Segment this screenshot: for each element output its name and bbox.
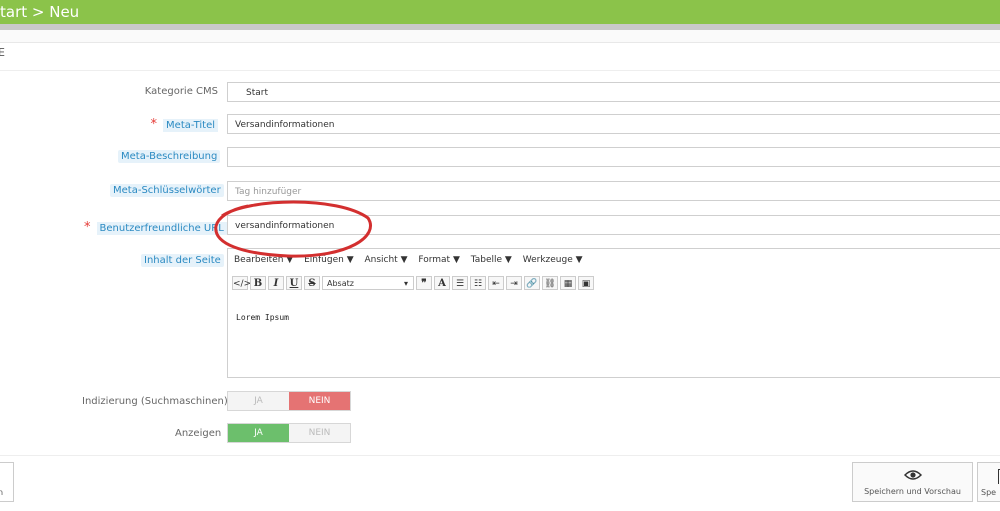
menu-bearbeiten[interactable]: Bearbeiten ▼ — [234, 255, 293, 265]
label-friendly-url-wrap: * Benutzerfreundliche URL — [84, 220, 227, 235]
required-mark: * — [150, 117, 158, 132]
save-and-preview-label: Speichern und Vorschau — [864, 487, 961, 496]
meta-beschreibung-input[interactable] — [227, 147, 1000, 167]
indexing-switch[interactable]: JA NEIN — [227, 391, 351, 411]
menu-werkzeuge[interactable]: Werkzeuge ▼ — [523, 255, 583, 265]
media-icon[interactable]: ▦ — [560, 276, 576, 290]
save-button-label: Spe — [981, 488, 997, 497]
link-icon[interactable]: 🔗 — [524, 276, 540, 290]
label-anzeigen: Anzeigen — [175, 428, 222, 439]
text-color-icon[interactable]: A — [434, 276, 450, 290]
sub-header — [0, 30, 1000, 43]
menu-tabelle[interactable]: Tabelle ▼ — [471, 255, 512, 265]
editor-toolbar: </> B I U S Absatz ❞ A ☰ ☷ ⇤ ⇥ 🔗 ⛓ ▦ ▣ — [232, 275, 594, 291]
section-label: E — [0, 46, 5, 59]
strikethrough-icon[interactable]: S — [304, 276, 320, 290]
display-no-option[interactable]: NEIN — [289, 424, 350, 442]
required-mark: * — [84, 220, 91, 235]
image-icon[interactable]: ▣ — [578, 276, 594, 290]
label-inhalt: Inhalt der Seite — [141, 254, 224, 267]
outdent-icon[interactable]: ⇤ — [488, 276, 504, 290]
menu-format[interactable]: Format ▼ — [418, 255, 460, 265]
save-and-preview-button[interactable]: Speichern und Vorschau — [852, 462, 973, 502]
menu-einfuegen[interactable]: Einfügen ▼ — [304, 255, 354, 265]
label-indizierung: Indizierung (Suchmaschinen) — [82, 396, 228, 407]
footer-divider — [0, 455, 1000, 456]
cancel-button[interactable]: n — [0, 462, 14, 502]
label-meta-keywords: Meta-Schlüsselwörter — [110, 184, 224, 197]
eye-icon — [853, 469, 972, 485]
italic-icon[interactable]: I — [268, 276, 284, 290]
breadcrumb: tart > Neu — [0, 3, 80, 21]
display-switch[interactable]: JA NEIN — [227, 423, 351, 443]
cancel-button-label: n — [0, 488, 4, 497]
label-meta-titel: Meta-Titel — [163, 119, 218, 132]
indexing-no-option[interactable]: NEIN — [289, 392, 350, 410]
label-kategorie: Kategorie CMS — [144, 86, 218, 97]
label-meta-titel-wrap: * Meta-Titel — [148, 117, 218, 132]
top-breadcrumb-bar: tart > Neu — [0, 0, 1000, 24]
format-select[interactable]: Absatz — [322, 276, 414, 291]
meta-keywords-input[interactable]: Tag hinzufüger — [227, 181, 1000, 201]
meta-titel-input[interactable]: Versandinformationen — [227, 114, 1000, 134]
editor-content[interactable]: Lorem Ipsum — [236, 313, 289, 322]
bullet-list-icon[interactable]: ☰ — [452, 276, 468, 290]
numbered-list-icon[interactable]: ☷ — [470, 276, 486, 290]
code-icon[interactable]: </> — [232, 276, 251, 290]
quote-icon[interactable]: ❞ — [416, 276, 432, 290]
menu-ansicht[interactable]: Ansicht ▼ — [364, 255, 407, 265]
indexing-yes-option[interactable]: JA — [228, 392, 289, 410]
label-meta-beschreibung: Meta-Beschreibung — [118, 150, 221, 163]
save-button[interactable]: Spe — [977, 462, 1000, 502]
divider — [0, 70, 1000, 71]
unlink-icon[interactable]: ⛓ — [542, 276, 558, 290]
kategorie-select[interactable]: Start — [227, 82, 1000, 102]
rich-text-editor[interactable]: Bearbeiten ▼ Einfügen ▼ Ansicht ▼ Format… — [227, 248, 1000, 378]
display-yes-option[interactable]: JA — [228, 424, 289, 442]
indent-icon[interactable]: ⇥ — [506, 276, 522, 290]
bold-icon[interactable]: B — [250, 276, 266, 290]
label-friendly-url: Benutzerfreundliche URL — [96, 222, 227, 235]
friendly-url-input[interactable]: versandinformationen — [227, 215, 1000, 235]
editor-menubar: Bearbeiten ▼ Einfügen ▼ Ansicht ▼ Format… — [234, 255, 591, 265]
underline-icon[interactable]: U — [286, 276, 302, 290]
